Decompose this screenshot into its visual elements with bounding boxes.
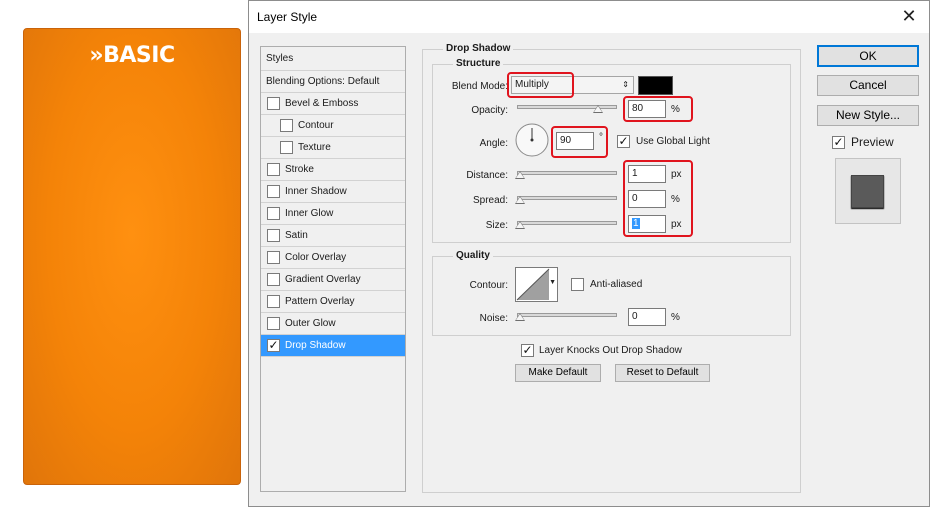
style-item-label: Outer Glow — [285, 318, 336, 329]
style-preview-box — [835, 158, 901, 224]
opacity-label: Opacity: — [471, 105, 508, 116]
style-item-drop-shadow[interactable]: ✓ Drop Shadow — [261, 335, 405, 357]
styles-header-label: Styles — [266, 53, 294, 64]
close-icon[interactable]: ✕ — [899, 5, 919, 27]
style-item-label: Contour — [298, 120, 334, 131]
spread-slider[interactable] — [517, 196, 617, 200]
noise-slider[interactable] — [517, 313, 617, 317]
style-item-contour[interactable]: Contour — [261, 115, 405, 137]
distance-label: Distance: — [466, 170, 508, 181]
stroke-checkbox[interactable] — [267, 163, 280, 176]
bevel-emboss-checkbox[interactable] — [267, 97, 280, 110]
use-global-light-label: Use Global Light — [636, 136, 710, 147]
quality-group: Quality Contour: ▼ Anti-aliased Noise: 0… — [432, 250, 791, 336]
contour-curve-graphic — [516, 268, 550, 301]
contour-label: Contour: — [469, 280, 508, 291]
gradient-overlay-checkbox[interactable] — [267, 273, 280, 286]
size-label: Size: — [485, 220, 508, 231]
styles-list: Styles Blending Options: Default Bevel &… — [260, 46, 406, 492]
style-item-label: Stroke — [285, 164, 314, 175]
anti-aliased-checkbox[interactable] — [571, 278, 584, 291]
drop-shadow-checkbox[interactable]: ✓ — [267, 339, 280, 352]
angle-highlight — [551, 126, 608, 158]
style-item-label: Color Overlay — [285, 252, 347, 263]
spread-label: Spread: — [472, 195, 508, 206]
spread-slider-thumb[interactable] — [515, 196, 525, 204]
distance-slider[interactable] — [517, 171, 617, 175]
cancel-button[interactable]: Cancel — [817, 75, 919, 96]
layer-style-dialog: Layer Style ✕ Styles Blending Options: D… — [248, 0, 930, 507]
satin-checkbox[interactable] — [267, 229, 280, 242]
style-item-label: Texture — [298, 142, 331, 153]
angle-dial-graphic — [515, 123, 549, 157]
distance-slider-thumb[interactable] — [515, 171, 525, 179]
size-slider[interactable] — [517, 221, 617, 225]
noise-slider-thumb[interactable] — [515, 313, 525, 321]
style-item-texture[interactable]: Texture — [261, 137, 405, 159]
noise-input[interactable]: 0 — [628, 308, 666, 326]
layer-knocks-out-checkbox[interactable]: ✓ — [521, 344, 534, 357]
ok-button[interactable]: OK — [817, 45, 919, 67]
angle-label: Angle: — [479, 138, 508, 149]
shadow-color-swatch[interactable] — [638, 76, 673, 95]
style-item-label: Drop Shadow — [285, 340, 346, 351]
styles-header[interactable]: Styles — [261, 47, 405, 71]
style-item-color-overlay[interactable]: Color Overlay — [261, 247, 405, 269]
style-item-label: Satin — [285, 230, 308, 241]
updown-arrows-icon: ⇕ — [622, 80, 629, 89]
preview-checkbox[interactable]: ✓ — [832, 136, 845, 149]
anti-aliased-label: Anti-aliased — [590, 279, 643, 290]
style-item-label: Inner Shadow — [285, 186, 347, 197]
style-item-stroke[interactable]: Stroke — [261, 159, 405, 181]
inner-glow-checkbox[interactable] — [267, 207, 280, 220]
contour-picker[interactable]: ▼ — [515, 267, 558, 302]
style-item-gradient-overlay[interactable]: Gradient Overlay — [261, 269, 405, 291]
structure-group: Structure Blend Mode: Multiply ⇕ Opacity… — [432, 58, 791, 243]
style-item-label: Gradient Overlay — [285, 274, 361, 285]
noise-label: Noise: — [479, 313, 508, 324]
style-item-bevel-emboss[interactable]: Bevel & Emboss — [261, 93, 405, 115]
color-overlay-checkbox[interactable] — [267, 251, 280, 264]
make-default-button[interactable]: Make Default — [515, 364, 601, 382]
blend-mode-label: Blend Mode: — [451, 81, 508, 92]
reset-to-default-button[interactable]: Reset to Default — [615, 364, 710, 382]
opacity-highlight — [623, 96, 693, 122]
style-item-outer-glow[interactable]: Outer Glow — [261, 313, 405, 335]
quality-heading: Quality — [453, 250, 493, 261]
texture-checkbox[interactable] — [280, 141, 293, 154]
size-slider-thumb[interactable] — [515, 221, 525, 229]
card-title: »BASIC — [89, 43, 175, 68]
structure-heading: Structure — [453, 58, 504, 69]
dialog-title: Layer Style — [257, 10, 318, 24]
style-item-label: Pattern Overlay — [285, 296, 355, 307]
drop-shadow-panel: Drop Shadow Structure Blend Mode: Multip… — [422, 43, 801, 493]
style-item-pattern-overlay[interactable]: Pattern Overlay — [261, 291, 405, 313]
new-style-button[interactable]: New Style... — [817, 105, 919, 126]
preview-label: Preview — [851, 135, 894, 149]
inner-shadow-checkbox[interactable] — [267, 185, 280, 198]
outer-glow-checkbox[interactable] — [267, 317, 280, 330]
style-item-inner-glow[interactable]: Inner Glow — [261, 203, 405, 225]
blending-options-label: Blending Options: Default — [266, 76, 380, 87]
pattern-overlay-checkbox[interactable] — [267, 295, 280, 308]
layer-knocks-out-label: Layer Knocks Out Drop Shadow — [539, 345, 682, 356]
angle-dial[interactable] — [515, 123, 549, 157]
orange-background-card: »BASIC — [23, 28, 241, 485]
blending-options-item[interactable]: Blending Options: Default — [261, 71, 405, 93]
noise-unit: % — [671, 312, 680, 323]
blend-mode-highlight — [507, 72, 574, 98]
contour-checkbox[interactable] — [280, 119, 293, 132]
drop-shadow-heading: Drop Shadow — [443, 43, 514, 54]
use-global-light-checkbox[interactable]: ✓ — [617, 135, 630, 148]
style-item-label: Inner Glow — [285, 208, 334, 219]
style-item-label: Bevel & Emboss — [285, 98, 359, 109]
distance-spread-size-highlight — [623, 160, 693, 237]
style-item-satin[interactable]: Satin — [261, 225, 405, 247]
style-item-inner-shadow[interactable]: Inner Shadow — [261, 181, 405, 203]
opacity-slider-thumb[interactable] — [593, 105, 603, 113]
chevron-down-icon: ▼ — [549, 279, 556, 286]
style-preview-swatch — [851, 175, 884, 208]
dialog-titlebar: Layer Style ✕ — [249, 1, 929, 33]
